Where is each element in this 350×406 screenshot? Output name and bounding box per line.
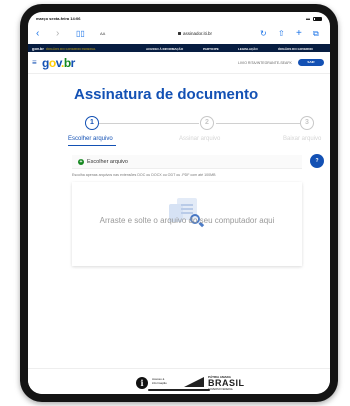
- gov-top-bar: gov.br ÓRGÃOS DO GOVERNO FEDERAL ACESSO …: [28, 44, 330, 52]
- battery-icon: [313, 16, 322, 21]
- bookmarks-icon[interactable]: ▯▯: [76, 27, 85, 41]
- gov-link-participate[interactable]: PARTICIPE: [203, 47, 219, 51]
- active-step-underline: [68, 145, 116, 146]
- file-types-hint: Escolha apenas arquivos nas extensões DO…: [72, 173, 216, 177]
- step-1-indicator[interactable]: 1: [85, 116, 99, 130]
- file-drop-zone[interactable]: Arraste e solte o arquivo do seu computa…: [72, 182, 302, 266]
- step-connector: [99, 123, 199, 124]
- step-2-label: Assinar arquivo: [179, 136, 221, 142]
- reload-icon[interactable]: ↻: [260, 27, 267, 41]
- home-indicator[interactable]: [148, 389, 210, 391]
- tablet-screen: março sexta-feira 14:06 ▴▴ ‹ › ▯▯ AA ass…: [28, 12, 330, 394]
- signal-icon: ▴▴: [305, 16, 310, 21]
- gov-orgs-text[interactable]: ÓRGÃOS DO GOVERNO FEDERAL: [46, 47, 96, 51]
- choose-file-button[interactable]: + Escolher arquivo: [72, 155, 302, 169]
- govbr-logo[interactable]: gov.br: [42, 56, 75, 70]
- status-time: março sexta-feira 14:06: [36, 16, 81, 21]
- access-info-link[interactable]: Acesso à informação: [152, 377, 168, 385]
- browser-toolbar: ‹ › ▯▯ AA assinador.iti.br ↻ ⇧ + ⧉: [28, 24, 330, 44]
- step-connector: [216, 123, 300, 124]
- share-icon[interactable]: ⇧: [278, 27, 285, 41]
- help-icon: ?: [315, 158, 319, 164]
- info-icon[interactable]: i: [136, 377, 148, 389]
- gov-link-access[interactable]: ACESSO À INFORMAÇÃO: [146, 47, 183, 51]
- status-bar: março sexta-feira 14:06 ▴▴: [28, 12, 330, 24]
- text-size-button[interactable]: AA: [100, 31, 105, 36]
- gov-brand[interactable]: gov.br: [32, 46, 44, 51]
- help-button[interactable]: ?: [310, 154, 324, 168]
- tablet-frame: março sexta-feira 14:06 ▴▴ ‹ › ▯▯ AA ass…: [20, 4, 338, 402]
- forward-icon[interactable]: ›: [56, 27, 59, 41]
- status-indicators: ▴▴: [306, 16, 322, 21]
- brasil-flag-icon: [184, 377, 204, 387]
- back-icon[interactable]: ‹: [36, 27, 39, 41]
- site-header: ≡ gov.br LIVIO RITA/INTEGRANTE-SEAFK SAI…: [28, 52, 330, 74]
- step-1-label[interactable]: Escolher arquivo: [68, 136, 113, 142]
- brasil-gov-text: GOVERNO FEDERAL: [208, 388, 234, 391]
- brasil-logo-text: BRASIL: [208, 378, 245, 388]
- step-3-label: Baixar arquivo: [283, 136, 322, 142]
- step-3-indicator: 3: [300, 116, 314, 130]
- tabs-icon[interactable]: ⧉: [313, 27, 319, 41]
- page-title: Assinatura de documento: [74, 86, 259, 103]
- gov-link-legislation[interactable]: LEGISLAÇÃO: [238, 47, 258, 51]
- url-text: assinador.iti.br: [183, 31, 213, 36]
- hamburger-menu-icon[interactable]: ≡: [32, 58, 37, 67]
- choose-file-label: Escolher arquivo: [87, 159, 128, 165]
- gov-link-orgs[interactable]: ÓRGÃOS DO GOVERNO: [278, 47, 313, 51]
- logout-button[interactable]: SAIR: [298, 59, 324, 66]
- step-2-indicator: 2: [200, 116, 214, 130]
- drop-instruction: Arraste e solte o arquivo do seu computa…: [99, 216, 275, 225]
- plus-icon: +: [78, 159, 84, 165]
- user-name: LIVIO RITA/INTEGRANTE-SEAFK: [238, 61, 292, 65]
- address-bar[interactable]: assinador.iti.br: [178, 31, 212, 36]
- lock-icon: [178, 32, 181, 35]
- new-tab-icon[interactable]: +: [296, 27, 302, 41]
